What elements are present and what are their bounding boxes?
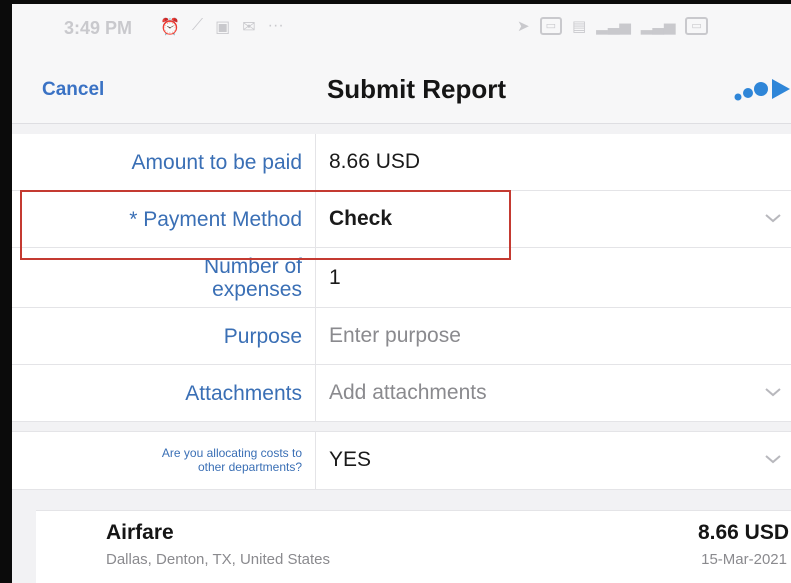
expense-count-value: 1 <box>329 266 341 289</box>
allocation-label: Are you allocating costs to other depart… <box>12 432 302 488</box>
app-screen: 3:49 PM ⏰ ⟋ ▣ ✉ ··· ➤ ▭ ▤ ▂▃▅ ▂▃▅ ▭ Canc… <box>0 0 791 583</box>
row-divider <box>315 432 316 489</box>
battery-icon: ▭ <box>685 17 708 35</box>
expense-date: 15-Mar-2021 <box>701 551 787 568</box>
section-gap <box>12 422 791 432</box>
signal-icon: ▂▃▅ <box>596 18 631 35</box>
location-icon: ➤ <box>517 18 530 35</box>
amount-row: Amount to be paid 8.66 USD <box>12 134 791 191</box>
expense-count-label-line2: expenses <box>212 278 302 301</box>
mute-icon: ⟋ <box>191 17 204 34</box>
payment-method-row[interactable]: * Payment Method Check <box>12 191 791 248</box>
expense-name: Airfare <box>106 521 174 544</box>
row-divider <box>315 365 316 421</box>
expense-amount: 8.66 USD <box>697 521 789 544</box>
more-dots-icon: ··· <box>267 17 284 34</box>
alarm-icon: ⏰ <box>160 19 180 36</box>
status-icons-left: ⏰ ⟋ ▣ ✉ ··· <box>160 17 284 37</box>
sim-icon: ▣ <box>215 19 231 36</box>
page-title: Submit Report <box>326 74 507 104</box>
expense-count-row: Number of expenses 1 <box>12 248 791 308</box>
attachments-label: Attachments <box>185 381 302 405</box>
notification-icon: ✉ <box>242 19 256 36</box>
amount-label: Amount to be paid <box>131 150 302 174</box>
row-divider <box>315 308 316 364</box>
submit-arrow-icon[interactable] <box>734 77 790 105</box>
row-divider <box>315 191 316 247</box>
signal-icon: ▂▃▅ <box>640 18 676 35</box>
chevron-down-icon[interactable] <box>764 453 782 465</box>
expense-count-label: Number of expenses <box>12 248 302 308</box>
payment-method-label: * Payment Method <box>129 207 302 231</box>
vpn-icon: ▭ <box>539 17 562 35</box>
purpose-row[interactable]: Purpose Enter purpose <box>12 308 791 365</box>
payment-method-value[interactable]: Check <box>329 191 392 247</box>
purpose-input[interactable]: Enter purpose <box>329 308 461 364</box>
attachments-input[interactable]: Add attachments <box>329 365 487 421</box>
status-time: 3:49 PM <box>64 18 133 38</box>
chevron-down-icon[interactable] <box>764 386 782 398</box>
allocation-value[interactable]: YES <box>329 432 371 488</box>
row-divider <box>315 248 316 307</box>
report-form: Amount to be paid 8.66 USD * Payment Met… <box>12 134 791 490</box>
nav-bar: Cancel Submit Report <box>12 52 791 124</box>
expense-count-label-line1: Number of <box>203 255 302 278</box>
expense-location: Dallas, Denton, TX, United States <box>106 551 331 568</box>
wifi-icon: ▤ <box>571 18 587 35</box>
status-bar: 3:49 PM ⏰ ⟋ ▣ ✉ ··· ➤ ▭ ▤ ▂▃▅ ▂▃▅ ▭ <box>12 4 791 52</box>
purpose-label: Purpose <box>223 324 302 348</box>
status-icons-right: ➤ ▭ ▤ ▂▃▅ ▂▃▅ ▭ <box>517 17 708 35</box>
chevron-down-icon[interactable] <box>764 212 782 224</box>
allocation-label-line2: other departments? <box>197 460 302 474</box>
allocation-row[interactable]: Are you allocating costs to other depart… <box>12 432 791 490</box>
expense-card[interactable]: Airfare Dallas, Denton, TX, United State… <box>36 510 791 583</box>
allocation-label-line1: Are you allocating costs to <box>161 446 302 460</box>
amount-value: 8.66 USD <box>329 150 421 173</box>
row-divider <box>315 134 316 190</box>
attachments-row[interactable]: Attachments Add attachments <box>12 365 791 422</box>
